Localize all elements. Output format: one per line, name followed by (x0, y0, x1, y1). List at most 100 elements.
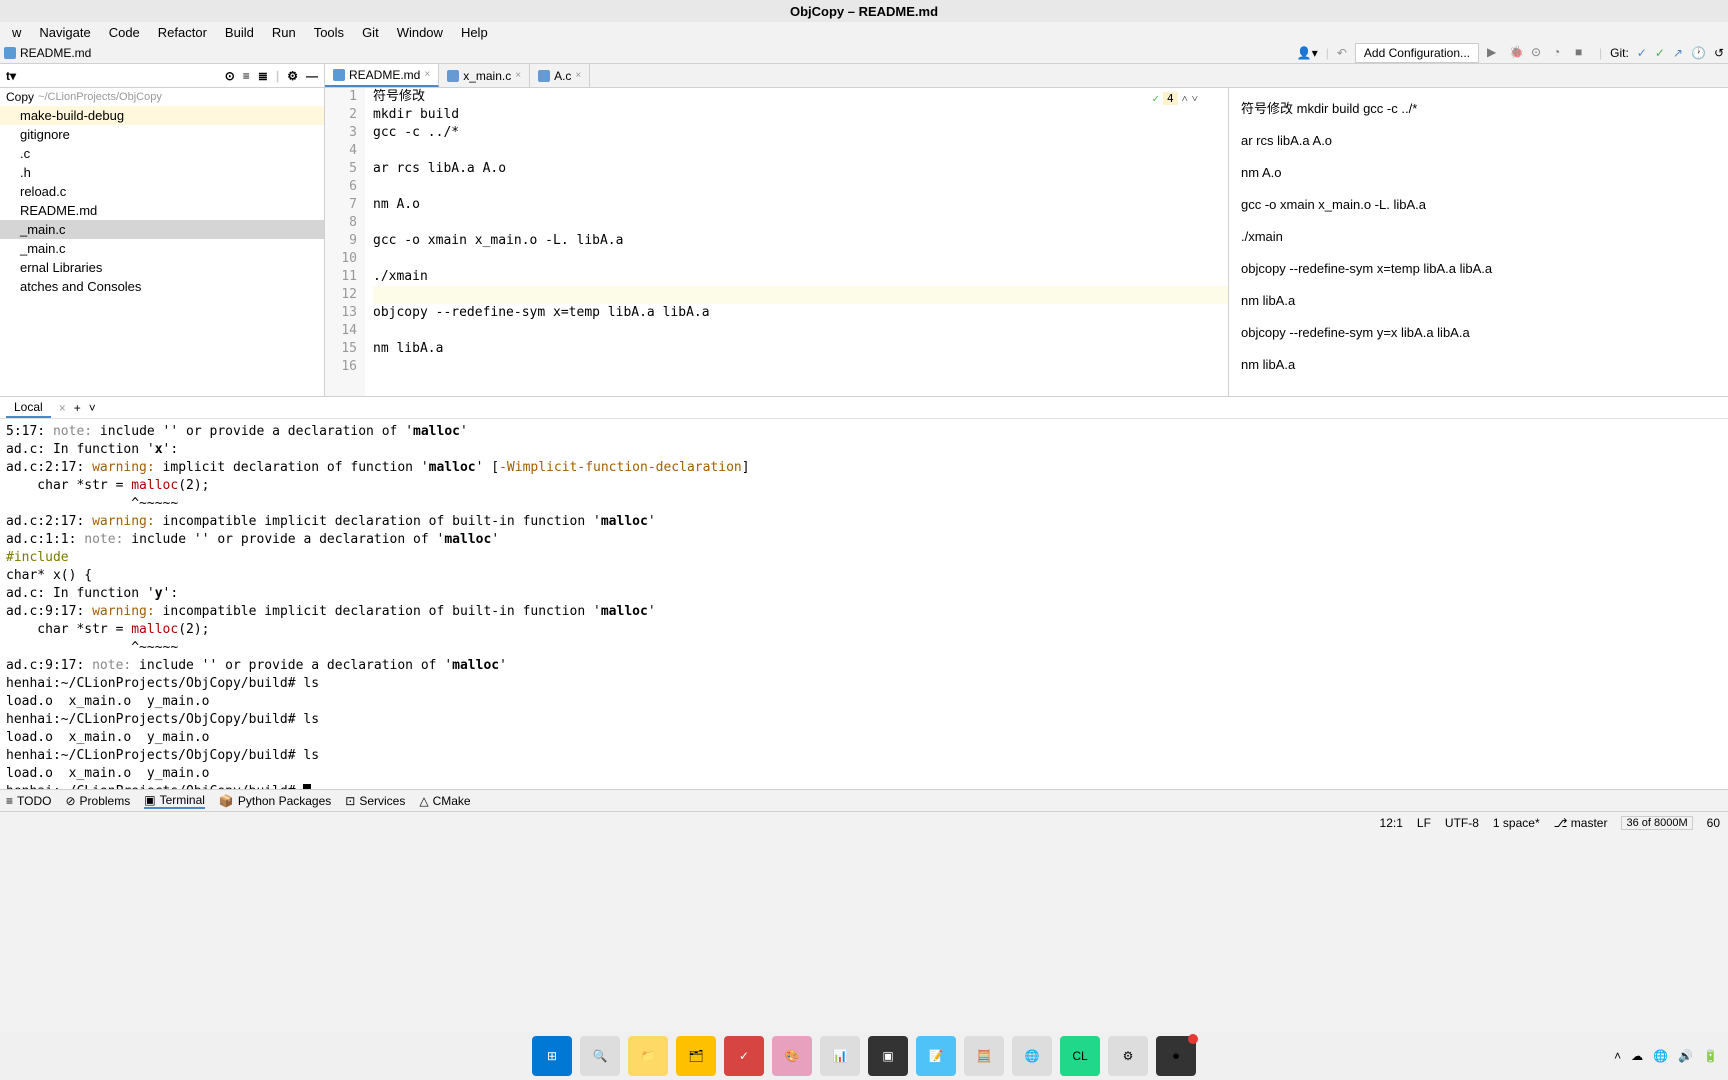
memory-indicator[interactable]: 36 of 8000M (1621, 816, 1692, 830)
code-content[interactable]: 符号修改mkdir buildgcc -c ../*ar rcs libA.a … (365, 88, 1228, 396)
battery-icon[interactable]: 🔋 (1703, 1049, 1718, 1063)
code-editor[interactable]: ✓ 4 ˄ ˅ 12345678910111213141516 符号修改mkdi… (325, 88, 1228, 396)
menu-item[interactable]: Refactor (150, 23, 215, 42)
menu-item[interactable]: Git (354, 23, 387, 42)
user-icon[interactable]: 👤▾ (1297, 46, 1318, 60)
taskbar-obs[interactable]: ⏺ (1156, 1036, 1196, 1076)
tree-item[interactable]: .c (0, 144, 324, 163)
project-tree: make-build-debug gitignore .c .h reload.… (0, 106, 324, 396)
file-encoding[interactable]: UTF-8 (1445, 816, 1479, 830)
terminal-output[interactable]: 5:17: note: include '' or provide a decl… (0, 419, 1728, 789)
menu-item[interactable]: Code (101, 23, 148, 42)
editor-tabs: README.md × x_main.c × A.c × (325, 64, 1728, 88)
line-gutter: 12345678910111213141516 (325, 88, 365, 396)
menu-item[interactable]: Navigate (31, 23, 98, 42)
tree-item[interactable]: README.md (0, 201, 324, 220)
taskbar-art[interactable]: 🎨 (772, 1036, 812, 1076)
coverage-icon[interactable]: ⊙ (1531, 45, 1547, 61)
git-history-icon[interactable]: 🕐 (1691, 46, 1706, 60)
settings-icon[interactable]: ⚙ (287, 69, 298, 83)
menu-item[interactable]: Window (389, 23, 451, 42)
taskbar-settings[interactable]: ⚙ (1108, 1036, 1148, 1076)
tree-item[interactable]: gitignore (0, 125, 324, 144)
todo-tab[interactable]: ≡ TODO (6, 794, 51, 808)
profile-icon[interactable]: ◔ (1553, 45, 1569, 61)
taskbar-windows-start[interactable]: ⊞ (532, 1036, 572, 1076)
close-icon[interactable]: × (515, 70, 521, 81)
caret-position[interactable]: 12:1 (1380, 816, 1403, 830)
window-title: ObjCopy – README.md (790, 4, 938, 19)
taskbar-calc[interactable]: 🧮 (964, 1036, 1004, 1076)
tree-item[interactable]: _main.c (0, 239, 324, 258)
bottom-tool-tabs: ≡ TODO ⊘ Problems ▣ Terminal 📦 Python Pa… (0, 789, 1728, 811)
menu-item[interactable]: Run (264, 23, 304, 42)
network-icon[interactable]: 🌐 (1653, 1049, 1668, 1063)
add-configuration-button[interactable]: Add Configuration... (1355, 43, 1479, 63)
project-sidebar: t ▾ ⊙ ≡ ≣ | ⚙ — Copy ~/CLionProjects/Obj… (0, 64, 325, 396)
terminal-tab[interactable]: Local (6, 398, 51, 418)
taskbar-clion[interactable]: CL (1060, 1036, 1100, 1076)
git-rollback-icon[interactable]: ↺ (1714, 46, 1724, 60)
git-branch[interactable]: ⎇ master (1554, 816, 1608, 830)
breadcrumb[interactable]: README.md (4, 46, 91, 60)
menu-item[interactable]: Build (217, 23, 262, 42)
taskbar-todo[interactable]: ✓ (724, 1036, 764, 1076)
line-ending[interactable]: LF (1417, 816, 1431, 830)
status-bar: 12:1 LF UTF-8 1 space* ⎇ master 36 of 80… (0, 811, 1728, 833)
collapse-all-icon[interactable]: ≣ (258, 69, 268, 83)
indent-setting[interactable]: 1 space* (1493, 816, 1540, 830)
git-update-icon[interactable]: ✓ (1637, 46, 1647, 60)
tab-label: x_main.c (463, 69, 511, 83)
hide-icon[interactable]: — (306, 69, 318, 83)
taskbar-terminal[interactable]: ▣ (868, 1036, 908, 1076)
tree-item[interactable]: .h (0, 163, 324, 182)
cmake-tab[interactable]: △ CMake (419, 794, 470, 808)
taskbar-search[interactable]: 🔍 (580, 1036, 620, 1076)
project-root[interactable]: Copy ~/CLionProjects/ObjCopy (0, 88, 324, 106)
run-icon[interactable]: ▶ (1487, 45, 1503, 61)
locate-icon[interactable]: ⊙ (225, 69, 235, 83)
project-root-path: ~/CLionProjects/ObjCopy (38, 91, 162, 103)
editor-tab[interactable]: README.md × (325, 64, 439, 87)
taskbar-explorer[interactable]: 📁 (628, 1036, 668, 1076)
close-icon[interactable]: × (575, 70, 581, 81)
python-packages-tab[interactable]: 📦 Python Packages (219, 794, 331, 808)
terminal-tab[interactable]: ▣ Terminal (144, 793, 205, 809)
chevron-up-icon[interactable]: ˄ (1614, 1049, 1621, 1063)
tree-item[interactable]: _main.c (0, 220, 324, 239)
problems-tab[interactable]: ⊘ Problems (65, 794, 130, 808)
volume-icon[interactable]: 🔊 (1678, 1049, 1693, 1063)
close-icon[interactable]: × (424, 69, 430, 80)
chevron-down-icon[interactable]: ˅ (1192, 92, 1198, 105)
system-tray[interactable]: ˄ ☁ 🌐 🔊 🔋 (1614, 1049, 1718, 1063)
tree-item[interactable]: reload.c (0, 182, 324, 201)
inspection-widget[interactable]: ✓ 4 ˄ ˅ (1152, 92, 1198, 105)
expand-all-icon[interactable]: ≡ (243, 69, 250, 83)
taskbar-files[interactable]: 🗂 (676, 1036, 716, 1076)
debug-icon[interactable]: 🐞 (1509, 45, 1525, 61)
menu-item[interactable]: Tools (306, 23, 352, 42)
taskbar-chrome[interactable]: 🌐 (1012, 1036, 1052, 1076)
taskbar-notes[interactable]: 📝 (916, 1036, 956, 1076)
onedrive-icon[interactable]: ☁ (1631, 1049, 1643, 1063)
window-titlebar: ObjCopy – README.md (0, 0, 1728, 22)
tree-item[interactable]: ernal Libraries (0, 258, 324, 277)
undo-icon[interactable]: ↶ (1337, 46, 1347, 60)
git-commit-icon[interactable]: ✓ (1655, 46, 1665, 60)
menu-item[interactable]: Help (453, 23, 496, 42)
new-terminal-icon[interactable]: + (74, 401, 81, 415)
tree-item[interactable]: atches and Consoles (0, 277, 324, 296)
chevron-up-icon[interactable]: ˄ (1182, 92, 1188, 105)
close-icon[interactable]: × (59, 401, 66, 415)
markdown-file-icon (333, 69, 345, 81)
warning-count: 4 (1163, 92, 1178, 105)
git-push-icon[interactable]: ↗ (1673, 46, 1683, 60)
services-tab[interactable]: ⊡ Services (345, 794, 405, 808)
menu-item[interactable]: w (4, 23, 29, 42)
chevron-down-icon[interactable]: ˅ (89, 401, 96, 415)
taskbar-chart[interactable]: 📊 (820, 1036, 860, 1076)
stop-icon[interactable]: ■ (1575, 45, 1591, 61)
editor-tab[interactable]: A.c × (530, 64, 590, 87)
tree-item[interactable]: make-build-debug (0, 106, 324, 125)
editor-tab[interactable]: x_main.c × (439, 64, 530, 87)
